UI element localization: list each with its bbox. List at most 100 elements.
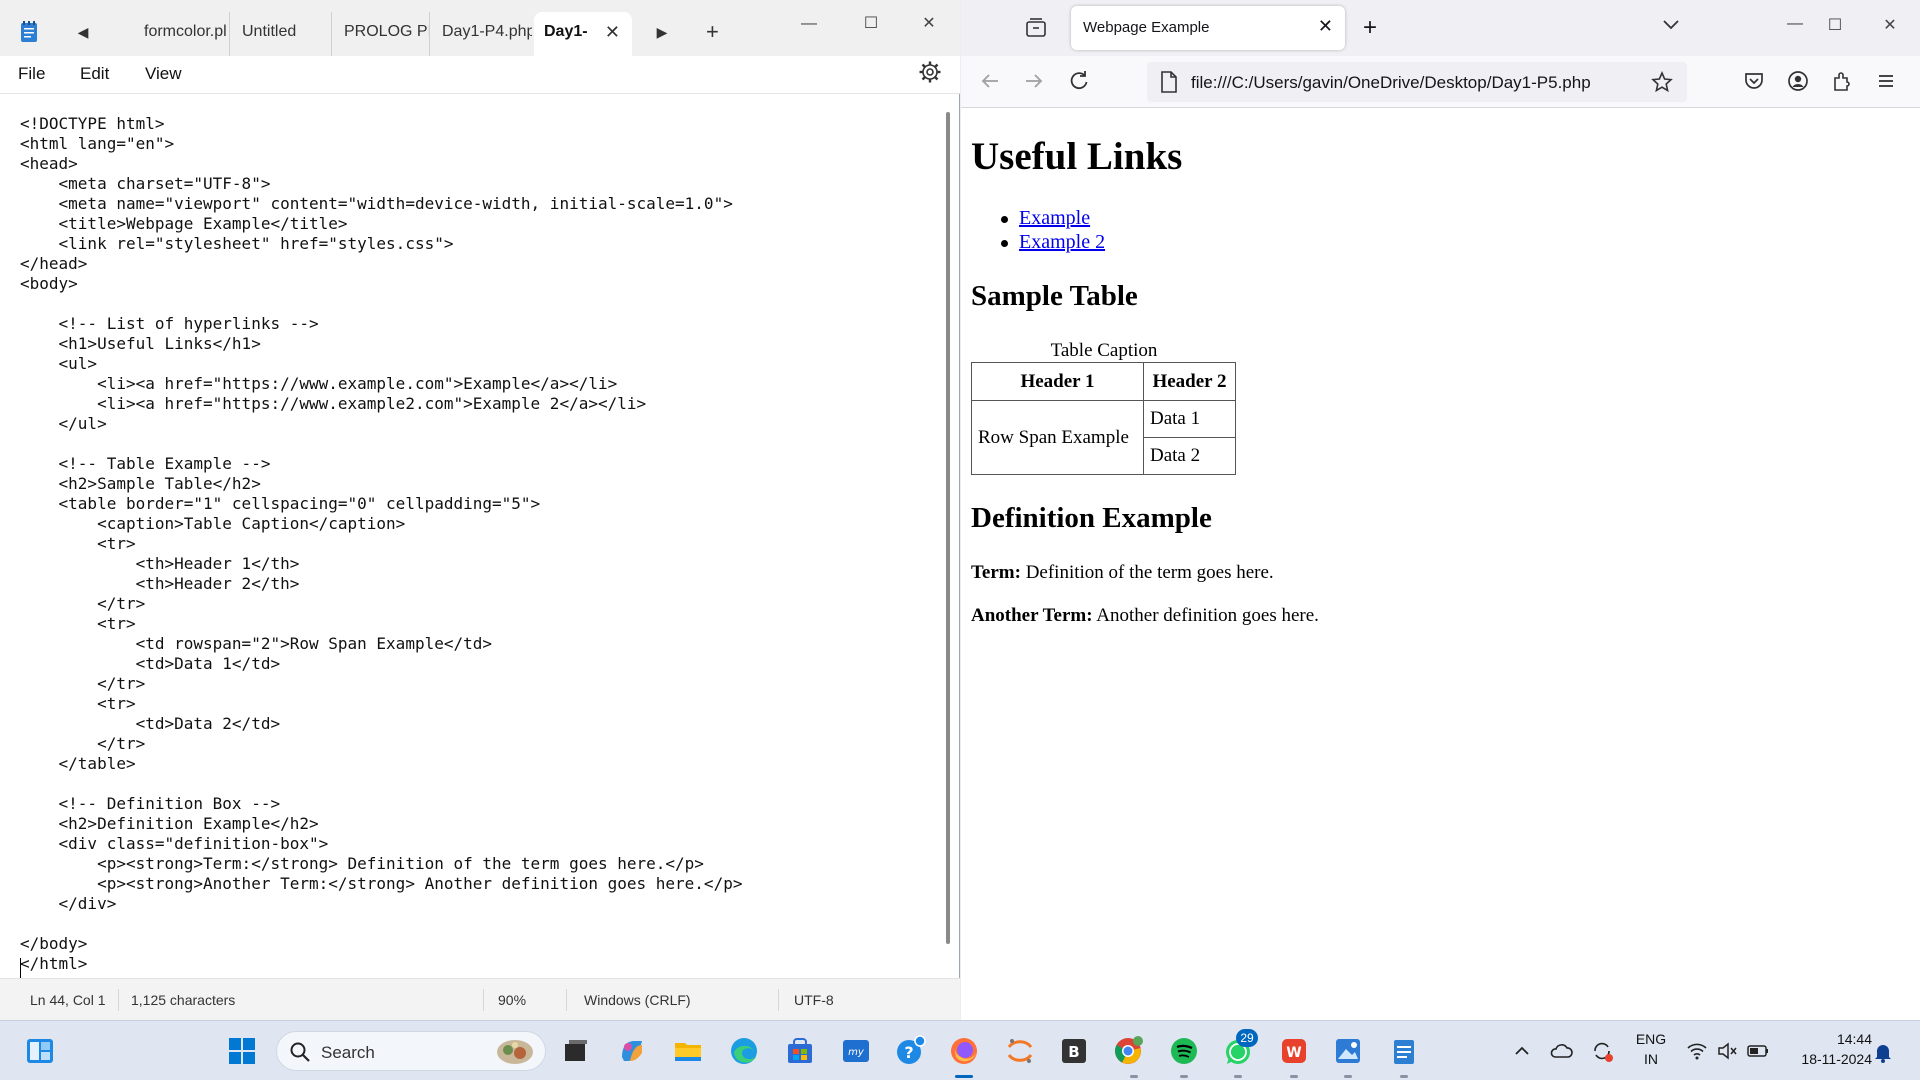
tab-untitled[interactable]: Untitled xyxy=(232,12,332,56)
tab-overview-icon[interactable] xyxy=(1024,16,1048,40)
minimize-icon[interactable]: — xyxy=(786,8,832,40)
spotify-icon[interactable] xyxy=(1168,1035,1200,1067)
svg-text:W: W xyxy=(1286,1045,1301,1061)
plus-icon[interactable]: + xyxy=(1363,14,1377,42)
line-ending[interactable]: Windows (CRLF) xyxy=(584,992,691,1008)
code-line: <caption>Table Caption</caption> xyxy=(20,514,406,533)
office-icon[interactable]: W xyxy=(1278,1035,1310,1067)
reload-icon[interactable] xyxy=(1068,70,1090,92)
pocket-icon[interactable] xyxy=(1743,70,1765,92)
chevron-up-icon[interactable] xyxy=(1512,1041,1532,1061)
edge-icon[interactable] xyxy=(728,1035,760,1067)
menu-view[interactable]: View xyxy=(145,64,182,84)
battery-icon[interactable] xyxy=(1746,1040,1770,1062)
url-bar[interactable]: file:///C:/Users/gavin/OneDrive/Desktop/… xyxy=(1147,62,1687,102)
code-line: <p><strong>Another Term:</strong> Anothe… xyxy=(20,874,743,893)
jupyter-icon[interactable] xyxy=(1004,1035,1036,1067)
bell-icon[interactable] xyxy=(1872,1041,1894,1063)
language-code[interactable]: ENG xyxy=(1634,1031,1668,1047)
link-example-2[interactable]: Example 2 xyxy=(1019,231,1105,253)
tab-day1-active[interactable]: Day1- ✕ xyxy=(534,12,632,56)
code-line: <li><a href="https://www.example.com">Ex… xyxy=(20,374,618,393)
zoom-level[interactable]: 90% xyxy=(498,992,526,1008)
code-line: </tr> xyxy=(20,674,146,693)
taskbar: Search my ? B 29 W ENG IN 14:44 18-11-20… xyxy=(0,1020,1920,1080)
maximize-icon[interactable]: ☐ xyxy=(1812,10,1858,42)
onedrive-icon[interactable] xyxy=(1550,1039,1574,1063)
character-count: 1,125 characters xyxy=(131,992,236,1008)
help-icon[interactable]: ? xyxy=(894,1035,926,1067)
list-all-tabs-icon[interactable] xyxy=(1661,14,1681,34)
close-icon[interactable]: ✕ xyxy=(906,8,952,40)
task-view-icon[interactable] xyxy=(560,1035,592,1067)
hp-icon[interactable]: my xyxy=(840,1035,872,1067)
active-indicator xyxy=(955,1075,973,1078)
taskbar-search[interactable]: Search xyxy=(276,1031,546,1071)
chevron-right-icon[interactable]: ▶ xyxy=(652,22,672,42)
definition-term: Term: xyxy=(971,562,1021,583)
chevron-left-icon[interactable]: ◀ xyxy=(73,22,93,42)
page-content: Useful Links Example Example 2 Sample Ta… xyxy=(961,108,1920,1020)
b-app-icon[interactable]: B xyxy=(1058,1035,1090,1067)
tab-day1-p4[interactable]: Day1-P4.php xyxy=(432,12,532,56)
browser-tab-active[interactable]: Webpage Example ✕ xyxy=(1071,6,1345,50)
file-explorer-icon[interactable] xyxy=(672,1035,704,1067)
chrome-icon[interactable] xyxy=(1112,1035,1144,1067)
code-line: <meta charset="UTF-8"> xyxy=(20,174,271,193)
code-line: <li><a href="https://www.example2.com">E… xyxy=(20,394,647,413)
bookmark-star-icon[interactable] xyxy=(1651,71,1673,93)
close-icon[interactable]: ✕ xyxy=(605,12,620,52)
code-text: <!DOCTYPE html> <html lang="en"> <head> <m… xyxy=(20,114,742,974)
link-example[interactable]: Example xyxy=(1019,207,1090,229)
menu-icon[interactable] xyxy=(1875,70,1897,92)
table-header: Header 2 xyxy=(1143,362,1236,401)
start-icon[interactable] xyxy=(226,1035,258,1067)
clock-date[interactable]: 18-11-2024 xyxy=(1782,1051,1872,1067)
code-line: <!-- Definition Box --> xyxy=(20,794,281,813)
firefox-icon[interactable] xyxy=(948,1035,980,1067)
region-code[interactable]: IN xyxy=(1634,1051,1668,1067)
tab-title: Webpage Example xyxy=(1083,19,1210,36)
code-line: <!-- Table Example --> xyxy=(20,454,271,473)
code-line: <ul> xyxy=(20,354,98,373)
tab-label: Day1-P4.php xyxy=(442,23,532,40)
back-icon[interactable] xyxy=(979,70,1001,92)
code-line: <tr> xyxy=(20,614,136,633)
code-line: <html lang="en"> xyxy=(20,134,175,153)
clock-time[interactable]: 14:44 xyxy=(1782,1031,1872,1047)
menu-edit[interactable]: Edit xyxy=(80,64,109,84)
encoding[interactable]: UTF-8 xyxy=(794,992,834,1008)
definition-text: Another definition goes here. xyxy=(1096,605,1319,626)
code-line: <p><strong>Term:</strong> Definition of … xyxy=(20,854,704,873)
tab-prolog[interactable]: PROLOG PRO xyxy=(334,12,430,56)
store-icon[interactable] xyxy=(784,1035,816,1067)
url-text: file:///C:/Users/gavin/OneDrive/Desktop/… xyxy=(1191,73,1591,92)
vertical-scrollbar[interactable] xyxy=(946,112,950,944)
forward-icon[interactable] xyxy=(1023,70,1045,92)
sync-icon[interactable] xyxy=(1590,1039,1614,1063)
close-icon[interactable]: ✕ xyxy=(1318,16,1333,37)
extensions-icon[interactable] xyxy=(1831,70,1853,92)
maximize-icon[interactable]: ☐ xyxy=(848,8,894,40)
menu-file[interactable]: File xyxy=(18,64,45,84)
copilot-icon[interactable] xyxy=(616,1035,648,1067)
tab-formcolor[interactable]: formcolor.pl xyxy=(134,12,230,56)
definition-term: Another Term: xyxy=(971,605,1093,626)
plus-icon[interactable]: + xyxy=(706,20,719,44)
list-item: Example 2 xyxy=(1000,230,1105,254)
account-icon[interactable] xyxy=(1787,70,1809,92)
close-icon[interactable]: ✕ xyxy=(1867,10,1913,42)
wifi-icon[interactable] xyxy=(1686,1040,1708,1062)
search-placeholder: Search xyxy=(321,1043,375,1062)
mute-icon[interactable] xyxy=(1716,1040,1738,1062)
code-line: </tr> xyxy=(20,734,146,753)
gear-icon[interactable] xyxy=(918,60,942,84)
text-editor[interactable]: <!DOCTYPE html> <html lang="en"> <head> <m… xyxy=(0,94,950,978)
widgets-icon[interactable] xyxy=(24,1035,56,1067)
photos-icon[interactable] xyxy=(1332,1035,1364,1067)
cursor-position: Ln 44, Col 1 xyxy=(30,992,106,1008)
notepad-window: ◀ formcolor.pl Untitled PROLOG PRO Day1-… xyxy=(0,0,960,1020)
code-line: <td rowspan="2">Row Span Example</td> xyxy=(20,634,493,653)
search-highlight-icon xyxy=(497,1040,533,1064)
notepad-taskbar-icon[interactable] xyxy=(1388,1035,1420,1067)
